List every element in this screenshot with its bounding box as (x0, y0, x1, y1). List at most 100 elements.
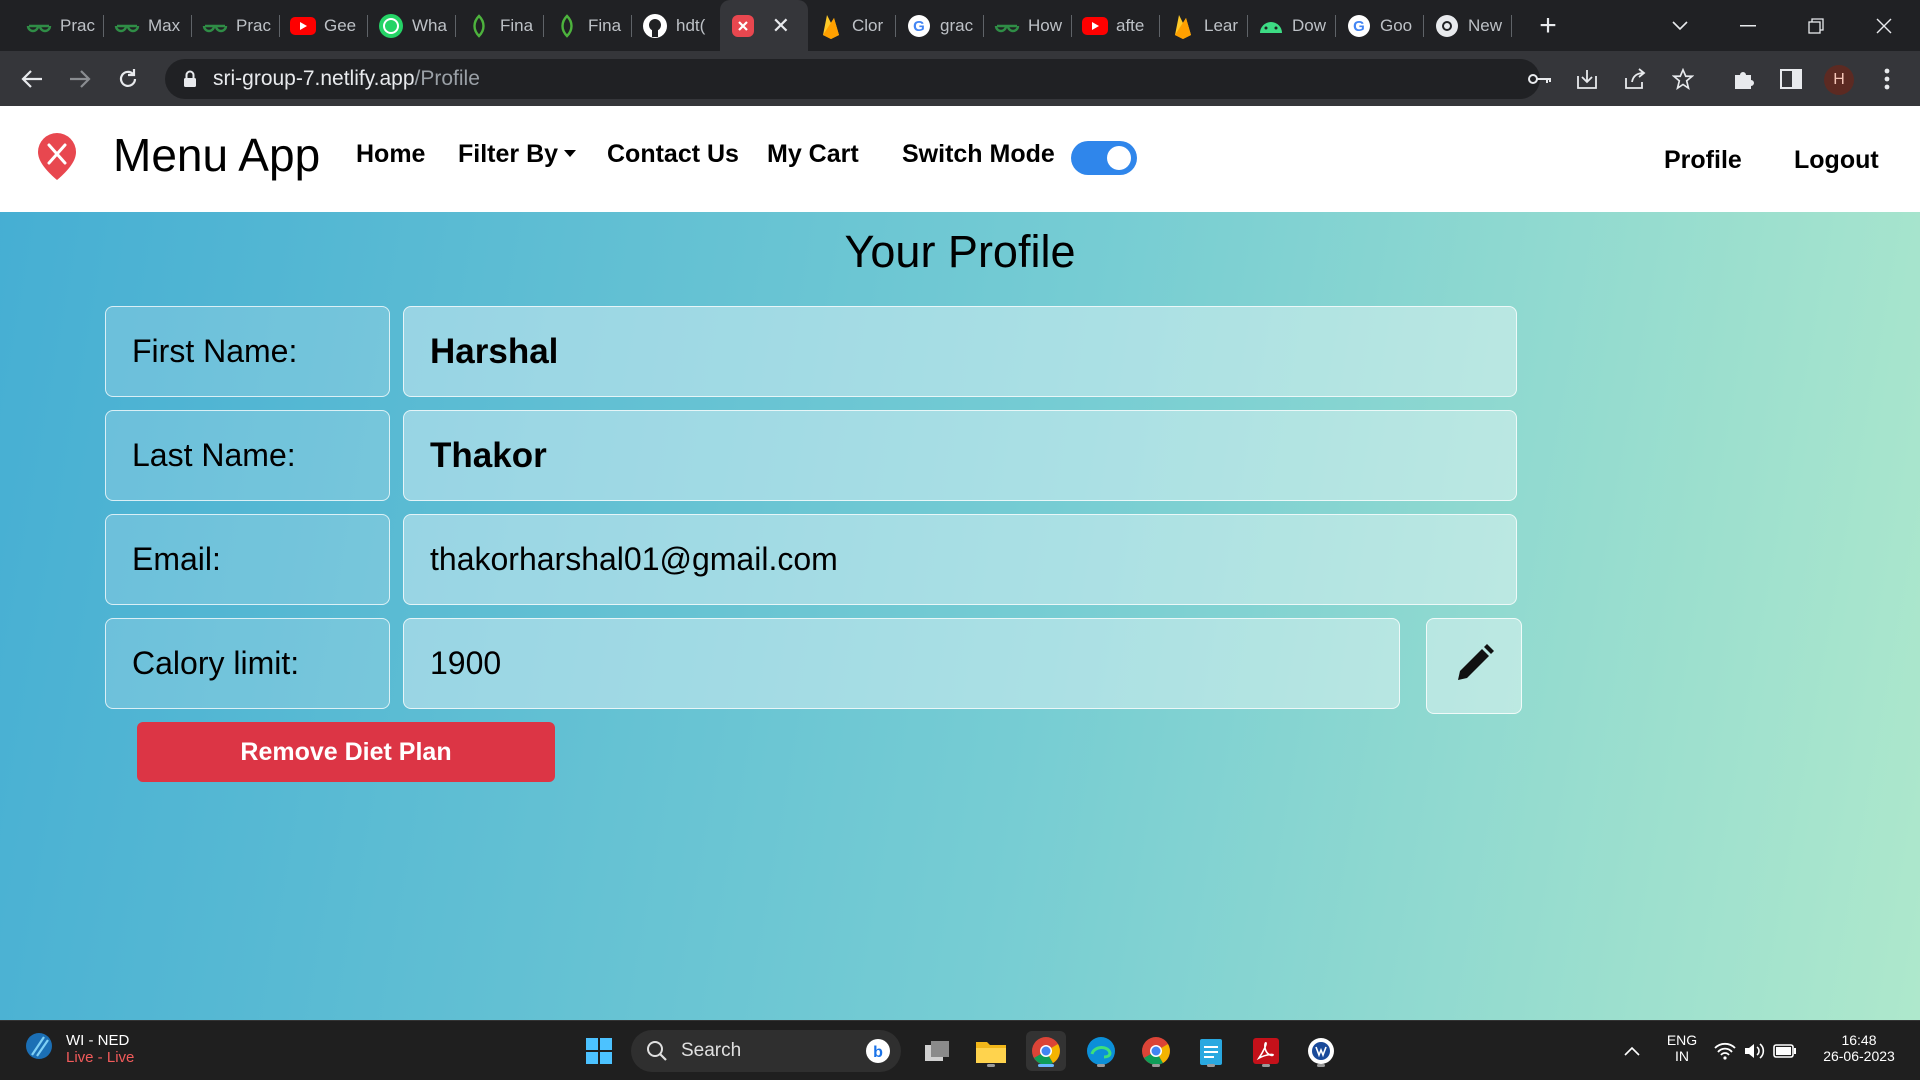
switch-mode-label: Switch Mode (902, 140, 1055, 168)
app-circle-icon[interactable] (1301, 1031, 1341, 1071)
browser-tab[interactable]: Dow (1248, 0, 1336, 51)
search-icon (646, 1040, 668, 1068)
clock[interactable]: 16:48 26-06-2023 (1812, 1032, 1906, 1064)
browser-tab[interactable]: Wha (368, 0, 456, 51)
mongodb-leaf-icon (466, 13, 492, 39)
browser-tab[interactable]: G grac (896, 0, 984, 51)
remove-diet-plan-button[interactable]: Remove Diet Plan (137, 722, 555, 782)
nav-home-link[interactable]: Home (356, 140, 425, 169)
tab-strip: Prac Max Prac Gee Wha Fina Fina hdt( ✕ C… (0, 0, 1920, 51)
nav-filter-dropdown[interactable]: Filter By (458, 140, 577, 169)
battery-icon[interactable] (1770, 1031, 1800, 1071)
url-path: /Profile (414, 67, 480, 90)
lock-icon (183, 70, 197, 94)
password-key-icon[interactable] (1520, 51, 1560, 106)
browser-tab[interactable]: New (1424, 0, 1512, 51)
extensions-puzzle-icon[interactable] (1723, 51, 1763, 106)
browser-tab[interactable]: G Goo (1336, 0, 1424, 51)
browser-tab[interactable]: Lear (1160, 0, 1248, 51)
notepad-icon[interactable] (1191, 1031, 1231, 1071)
firebase-icon (1170, 13, 1196, 39)
language-indicator[interactable]: ENG IN (1664, 1032, 1700, 1064)
tray-chevron-up-icon[interactable] (1612, 1031, 1652, 1071)
browser-tab[interactable]: afte (1072, 0, 1160, 51)
windows-taskbar: WI - NED Live - Live Search b ENG IN 16:… (0, 1020, 1920, 1080)
youtube-icon (1082, 13, 1108, 39)
browser-tab-active[interactable]: ✕ (720, 0, 808, 51)
google-icon: G (1346, 13, 1372, 39)
navbar: Menu App Home Filter By Contact Us My Ca… (0, 106, 1920, 212)
cricket-widget-icon (24, 1031, 54, 1066)
windows-start-icon[interactable] (579, 1031, 619, 1071)
restore-button[interactable] (1796, 0, 1836, 51)
gfg-icon (114, 13, 140, 39)
close-window-button[interactable] (1864, 0, 1904, 51)
svg-text:b: b (873, 1044, 883, 1061)
reload-icon[interactable] (108, 51, 148, 106)
browser-toolbar: sri-group-7.netlify.app/Profile H (0, 51, 1920, 106)
bing-icon: b (865, 1038, 891, 1070)
brand-logo-icon[interactable] (36, 133, 78, 186)
android-icon (1258, 13, 1284, 39)
email-field: thakorharshal01@gmail.com (403, 514, 1517, 605)
install-app-icon[interactable] (1567, 51, 1607, 106)
first-name-field: Harshal (403, 306, 1517, 397)
browser-tab[interactable]: Fina (544, 0, 632, 51)
bookmark-star-icon[interactable] (1663, 51, 1703, 106)
chrome-profile-icon[interactable] (1136, 1031, 1176, 1071)
forward-arrow-icon[interactable] (60, 51, 100, 106)
switch-mode-toggle[interactable] (1071, 141, 1137, 175)
widget-title: WI - NED (66, 1031, 130, 1049)
youtube-icon (290, 13, 316, 39)
caret-down-icon (564, 149, 577, 157)
gfg-icon (26, 13, 52, 39)
weather-widget[interactable]: WI - NED Live - Live (24, 1031, 134, 1066)
nav-cart-link[interactable]: My Cart (767, 140, 859, 169)
back-arrow-icon[interactable] (12, 51, 52, 106)
toggle-knob (1107, 146, 1131, 170)
chrome-icon (1434, 13, 1460, 39)
brand-name[interactable]: Menu App (113, 128, 320, 182)
wifi-icon[interactable] (1710, 1031, 1740, 1071)
mongodb-leaf-icon (554, 13, 580, 39)
volume-icon[interactable] (1740, 1031, 1770, 1071)
side-panel-icon[interactable] (1771, 51, 1811, 106)
nav-profile-link[interactable]: Profile (1664, 146, 1742, 175)
calory-limit-label: Calory limit: (105, 618, 390, 709)
kebab-menu-icon[interactable] (1867, 51, 1907, 106)
svg-text:G: G (913, 18, 925, 35)
chrome-taskbar-icon[interactable] (1026, 1031, 1066, 1071)
nav-contact-link[interactable]: Contact Us (607, 140, 739, 169)
browser-tab[interactable]: How (984, 0, 1072, 51)
calory-limit-field: 1900 (403, 618, 1400, 709)
tab-search-chevron-icon[interactable] (1660, 0, 1700, 51)
browser-tab[interactable]: hdt( (632, 0, 720, 51)
minimize-button[interactable] (1728, 0, 1768, 51)
file-explorer-icon[interactable] (971, 1031, 1011, 1071)
browser-tab[interactable]: Fina (456, 0, 544, 51)
share-icon[interactable] (1615, 51, 1655, 106)
address-bar[interactable]: sri-group-7.netlify.app/Profile (165, 59, 1540, 99)
page-title: Your Profile (844, 226, 1076, 277)
browser-tab[interactable]: Prac (16, 0, 104, 51)
browser-tab[interactable]: Gee (280, 0, 368, 51)
first-name-label: First Name: (105, 306, 390, 397)
menu-app-icon (730, 13, 756, 39)
browser-tab[interactable]: Prac (192, 0, 280, 51)
url-host: sri-group-7.netlify.app (213, 67, 415, 90)
browser-tab[interactable]: Clor (808, 0, 896, 51)
browser-tab[interactable]: Max (104, 0, 192, 51)
task-view-icon[interactable] (917, 1031, 957, 1071)
pencil-icon (1452, 642, 1496, 691)
acrobat-icon[interactable] (1246, 1031, 1286, 1071)
profile-avatar[interactable]: H (1824, 65, 1854, 95)
edit-calory-button[interactable] (1426, 618, 1522, 714)
last-name-field: Thakor (403, 410, 1517, 501)
gfg-icon (202, 13, 228, 39)
edge-icon[interactable] (1081, 1031, 1121, 1071)
taskbar-search[interactable]: Search b (631, 1030, 901, 1072)
close-tab-icon[interactable]: ✕ (772, 13, 790, 39)
nav-logout-link[interactable]: Logout (1794, 146, 1879, 175)
gfg-icon (994, 13, 1020, 39)
new-tab-button[interactable]: + (1528, 0, 1568, 51)
